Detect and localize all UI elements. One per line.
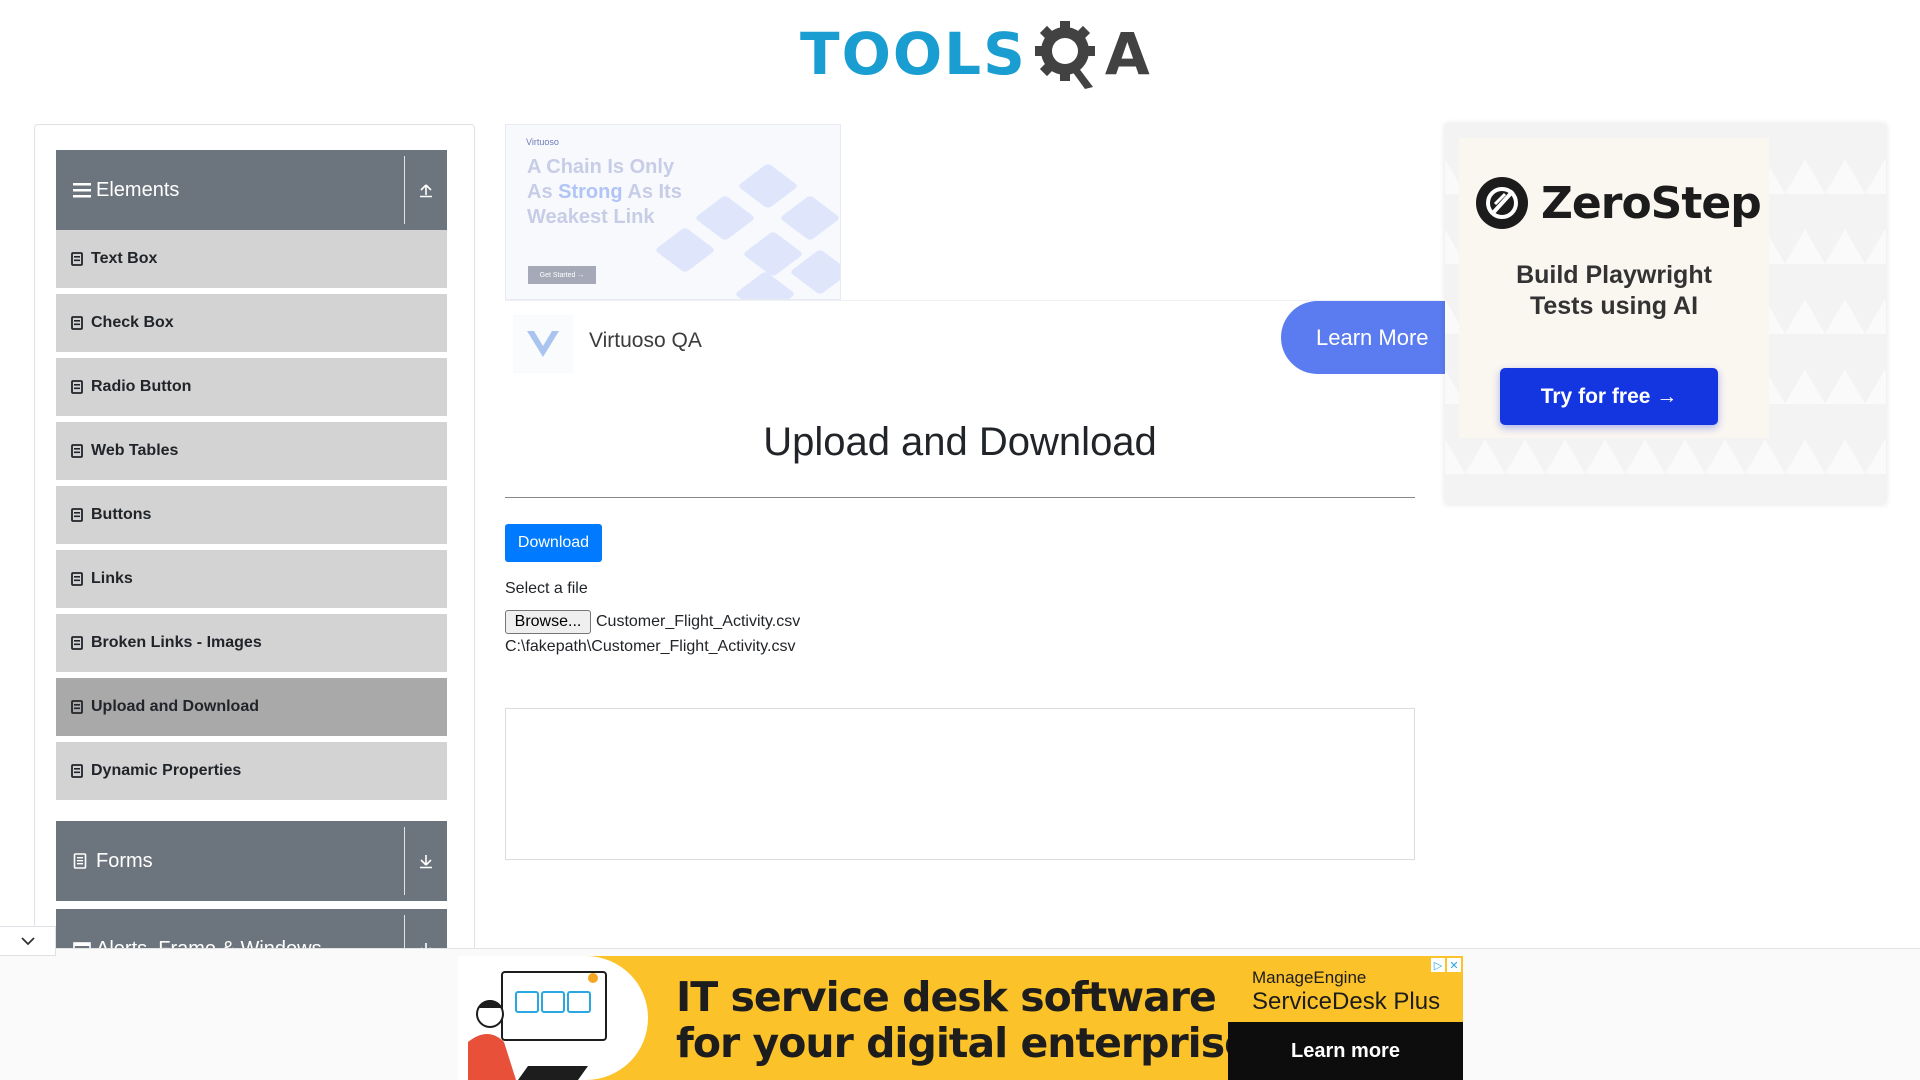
ad-banner-image[interactable]: Virtuoso A Chain Is Only As Strong As It…	[505, 124, 841, 300]
bottom-advertisement[interactable]: IT service desk software for your digita…	[458, 956, 1463, 1080]
ad-headline-line: Weakest Link	[527, 206, 655, 228]
empty-content-box	[505, 708, 1415, 860]
sidebar-item-web-tables[interactable]: Web Tables	[56, 422, 447, 483]
manageengine-brand: ManageEngine	[1252, 968, 1367, 987]
close-icon[interactable]: ✕	[1447, 958, 1461, 972]
menu-icon	[73, 182, 91, 198]
top-advertisement[interactable]: Virtuoso A Chain Is Only As Strong As It…	[505, 124, 1451, 379]
ad-decoration-tile	[654, 226, 716, 274]
list-item-icon	[71, 444, 83, 458]
zerostep-logo: ZeroStep	[1475, 176, 1762, 230]
ad-decoration-tile	[779, 194, 840, 242]
ad-tagline-line: Tests using AI	[1529, 292, 1699, 320]
sidebar-item-radio-button[interactable]: Radio Button	[56, 358, 447, 419]
expand-arrow-down-icon[interactable]	[413, 821, 439, 901]
toolsqa-logo[interactable]: TOOLS A	[800, 14, 1150, 94]
sidebar-item-broken-links[interactable]: Broken Links - Images	[56, 614, 447, 675]
page: TOOLS A Elements Text Box Check Box Radi…	[0, 0, 1920, 1080]
ad-headline-line: IT service desk software	[676, 973, 1217, 1021]
collapse-ad-chevron-down-icon[interactable]	[0, 926, 56, 956]
adchoices-icon[interactable]: ▷	[1431, 958, 1445, 972]
page-title: Upload and Download	[763, 420, 1157, 464]
list-item-icon	[71, 764, 83, 778]
ad-learn-more-button[interactable]: Learn more	[1228, 1022, 1463, 1080]
ad-decoration-tile	[737, 162, 799, 210]
ad-headline-highlight: Strong	[558, 181, 623, 203]
left-sidebar: Elements Text Box Check Box Radio Button…	[34, 124, 475, 954]
zerostep-card: ZeroStep Build Playwright Tests using AI…	[1459, 138, 1769, 438]
group-title: Elements	[96, 178, 180, 201]
divider	[404, 827, 405, 895]
list-item-icon	[71, 636, 83, 650]
sidebar-item-links[interactable]: Links	[56, 550, 447, 611]
ad-choices[interactable]: ▷ ✕	[1431, 958, 1461, 972]
sidebar-item-label: Radio Button	[91, 378, 192, 395]
support-agent-illustration	[468, 971, 607, 1080]
ad-advertiser-name: Virtuoso QA	[589, 329, 702, 352]
virtuoso-logo-icon	[513, 315, 573, 373]
sidebar-item-label: Check Box	[91, 314, 174, 331]
document-icon	[73, 853, 91, 869]
title-divider	[505, 497, 1415, 498]
list-item-icon	[71, 572, 83, 586]
sidebar-item-buttons[interactable]: Buttons	[56, 486, 447, 547]
sidebar-item-check-box[interactable]: Check Box	[56, 294, 447, 355]
ad-learn-more-button[interactable]: Learn More	[1281, 301, 1451, 374]
ad-illustration	[458, 956, 648, 1080]
try-for-free-button[interactable]: Try for free →	[1500, 368, 1718, 425]
ad-tagline-line: Build Playwright	[1516, 261, 1712, 289]
sidebar-item-label: Web Tables	[91, 442, 179, 459]
list-item-icon	[71, 700, 83, 714]
logo-gear-icon	[1031, 15, 1103, 93]
ad-tagline: Build Playwright Tests using AI	[1459, 260, 1769, 322]
ad-headline-line: for your digital enterprise	[676, 1019, 1252, 1067]
list-item-icon	[71, 508, 83, 522]
sidebar-item-label: Buttons	[91, 506, 152, 523]
sidebar-item-label: Text Box	[91, 250, 158, 267]
list-item-icon	[71, 316, 83, 330]
logo-text-a: A	[1104, 20, 1150, 88]
ad-headline-part: As Its	[622, 181, 682, 203]
ad-headline: IT service desk software for your digita…	[676, 973, 1252, 1067]
sidebar-item-text-box[interactable]: Text Box	[56, 230, 447, 291]
right-advertisement[interactable]: ZeroStep Build Playwright Tests using AI…	[1445, 124, 1886, 504]
servicedesk-product: ServiceDesk Plus	[1252, 988, 1441, 1015]
uploaded-file-path: C:\fakepath\Customer_Flight_Activity.csv	[505, 638, 796, 655]
sidebar-item-label: Dynamic Properties	[91, 762, 242, 779]
sidebar-group-elements[interactable]: Elements	[56, 150, 447, 230]
list-item-icon	[71, 252, 83, 266]
ad-headline-line: As Strong As Its	[527, 180, 717, 205]
group-title: Forms	[96, 849, 153, 872]
sidebar-group-forms[interactable]: Forms	[56, 821, 447, 901]
sidebar-item-label: Links	[91, 570, 133, 587]
select-file-label: Select a file	[505, 580, 588, 597]
file-upload-input[interactable]: Browse... Customer_Flight_Activity.csv	[505, 610, 800, 634]
ad-decoration-tile	[734, 270, 796, 299]
zerostep-logo-icon	[1476, 177, 1528, 229]
selected-file-name: Customer_Flight_Activity.csv	[596, 613, 801, 630]
logo-text-tools: TOOLS	[800, 20, 1027, 88]
sidebar-item-label: Upload and Download	[91, 698, 259, 715]
ad-headline-line: A Chain Is Only	[527, 156, 675, 178]
divider	[404, 156, 405, 224]
ad-headline: A Chain Is Only As Strong As Its Weakest…	[527, 155, 717, 230]
zerostep-brand: ZeroStep	[1541, 177, 1762, 229]
collapse-arrow-up-icon[interactable]	[413, 150, 439, 230]
sidebar-item-label: Broken Links - Images	[91, 634, 262, 651]
list-item-icon	[71, 380, 83, 394]
browse-button[interactable]: Browse...	[505, 610, 591, 634]
ad-brand: Virtuoso	[526, 137, 559, 147]
ad-small-button[interactable]: Get Started →	[528, 266, 596, 284]
sidebar-item-dynamic-properties[interactable]: Dynamic Properties	[56, 742, 447, 803]
ad-headline-part: As	[527, 181, 559, 203]
ad-footer-row: Virtuoso QA Learn More	[505, 300, 1451, 379]
download-button[interactable]: Download	[505, 524, 602, 562]
sidebar-item-upload-and-download[interactable]: Upload and Download	[56, 678, 447, 739]
